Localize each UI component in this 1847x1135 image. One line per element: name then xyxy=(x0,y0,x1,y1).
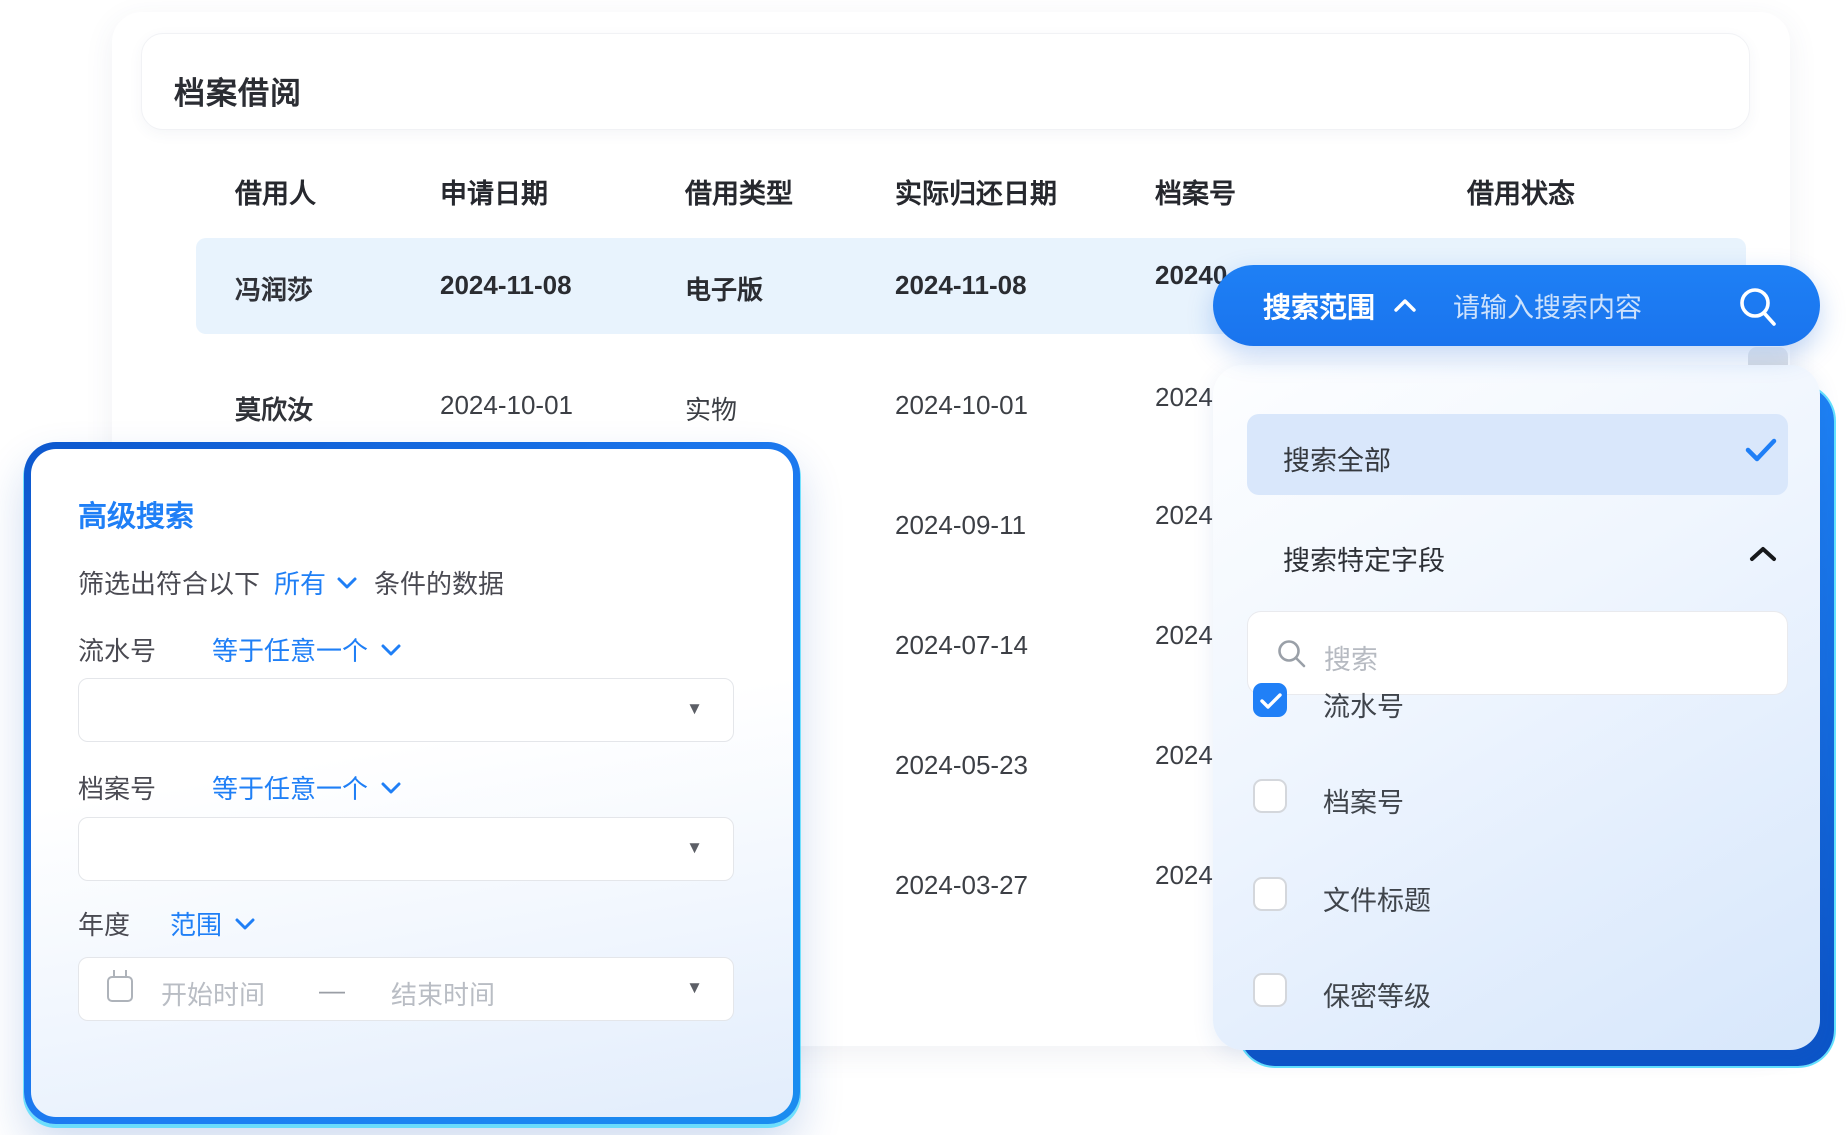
col-borrow-type: 借用类型 xyxy=(685,179,793,209)
search-icon[interactable] xyxy=(1736,285,1780,334)
search-specific-option[interactable]: 搜索特定字段 xyxy=(1283,539,1445,578)
advanced-search-panel: 高级搜索 筛选出符合以下 所有 条件的数据 流水号 等于任意一个 ▼ 档案号 等… xyxy=(24,442,800,1124)
checkbox-icon[interactable] xyxy=(1253,973,1287,1007)
field-option-label: 保密等级 xyxy=(1323,982,1431,1012)
date-range-separator: — xyxy=(319,975,345,1005)
search-bar[interactable]: 搜索范围 请输入搜索内容 xyxy=(1213,265,1820,346)
search-scope-panel: 搜索全部 搜索特定字段 搜索 流水号 档案号 文件标题 保密等级 xyxy=(1213,365,1834,1066)
checkbox-checked-icon[interactable] xyxy=(1253,683,1287,717)
condition-operator-dropdown[interactable]: 等于任意一个 xyxy=(212,631,368,668)
end-date-placeholder[interactable]: 结束时间 xyxy=(391,975,495,1012)
cell-apply-date: 2024-10-01 xyxy=(440,390,573,420)
cell-archive-no: 2024 xyxy=(1155,382,1213,412)
window-header-bar xyxy=(141,33,1750,130)
chevron-up-icon[interactable] xyxy=(1393,298,1417,313)
field-option-label: 档案号 xyxy=(1323,788,1404,818)
chevron-down-icon[interactable] xyxy=(336,576,358,590)
condition-archive-row: 档案号 等于任意一个 xyxy=(78,769,402,806)
cell-return-date: 2024-11-08 xyxy=(895,270,1027,300)
search-all-label: 搜索全部 xyxy=(1283,446,1391,476)
cell-return-date: 2024-03-27 xyxy=(895,870,1028,900)
cell-archive-no: 2024 xyxy=(1155,860,1213,890)
condition-operator-dropdown[interactable]: 范围 xyxy=(170,905,222,942)
checkbox-icon[interactable] xyxy=(1253,877,1287,911)
condition-archive-value-select[interactable]: ▼ xyxy=(78,817,734,881)
filter-match-dropdown[interactable]: 所有 xyxy=(274,564,326,601)
chevron-down-icon[interactable] xyxy=(234,917,256,931)
col-apply-date: 申请日期 xyxy=(440,179,548,209)
condition-field: 档案号 xyxy=(78,774,157,804)
field-option-serial[interactable]: 流水号 xyxy=(1253,683,1793,723)
chevron-up-icon[interactable] xyxy=(1749,545,1777,568)
cell-return-date: 2024-09-11 xyxy=(895,510,1027,540)
page-title: 档案借阅 xyxy=(174,76,302,111)
caret-down-icon: ▼ xyxy=(686,699,703,718)
chevron-down-icon[interactable] xyxy=(380,781,402,795)
cell-apply-date: 2024-11-08 xyxy=(440,270,572,300)
advanced-search-title: 高级搜索 xyxy=(78,501,195,533)
condition-serial-row: 流水号 等于任意一个 xyxy=(78,631,402,668)
filter-sentence: 筛选出符合以下 所有 条件的数据 xyxy=(78,564,504,601)
caret-down-icon: ▼ xyxy=(686,978,703,997)
field-option-label: 文件标题 xyxy=(1323,886,1431,916)
filter-suffix: 条件的数据 xyxy=(374,569,505,599)
col-borrower: 借用人 xyxy=(235,179,316,209)
field-search-placeholder: 搜索 xyxy=(1324,645,1378,675)
col-borrow-status: 借用状态 xyxy=(1467,179,1575,209)
start-date-placeholder[interactable]: 开始时间 xyxy=(161,975,265,1012)
cell-return-date: 2024-05-23 xyxy=(895,750,1028,780)
field-option-secrecy[interactable]: 保密等级 xyxy=(1253,973,1793,1013)
condition-serial-value-select[interactable]: ▼ xyxy=(78,678,734,742)
cell-borrow-type: 实物 xyxy=(685,395,738,425)
cell-return-date: 2024-10-01 xyxy=(895,390,1028,420)
search-icon xyxy=(1276,638,1308,675)
scope-panel-body: 搜索全部 搜索特定字段 搜索 流水号 档案号 文件标题 保密等级 xyxy=(1213,365,1820,1050)
search-scope-button[interactable]: 搜索范围 xyxy=(1263,286,1375,326)
field-option-label: 流水号 xyxy=(1323,692,1404,722)
advanced-search-body: 高级搜索 筛选出符合以下 所有 条件的数据 流水号 等于任意一个 ▼ 档案号 等… xyxy=(31,449,793,1117)
condition-field: 年度 xyxy=(78,910,131,940)
col-return-date: 实际归还日期 xyxy=(895,179,1057,209)
field-option-archive-no[interactable]: 档案号 xyxy=(1253,779,1793,819)
field-option-doc-title[interactable]: 文件标题 xyxy=(1253,877,1793,917)
cell-return-date: 2024-07-14 xyxy=(895,630,1028,660)
chevron-down-icon[interactable] xyxy=(380,643,402,657)
calendar-icon xyxy=(107,970,133,1002)
condition-year-row: 年度 范围 xyxy=(78,905,256,942)
year-range-picker[interactable]: 开始时间 — 结束时间 ▼ xyxy=(78,957,734,1021)
cell-archive-no: 2024 xyxy=(1155,740,1213,770)
cell-borrower: 冯润莎 xyxy=(235,275,314,305)
cell-borrow-type: 电子版 xyxy=(685,275,764,305)
check-icon xyxy=(1745,437,1777,468)
condition-operator-dropdown[interactable]: 等于任意一个 xyxy=(212,769,368,806)
cell-borrower: 莫欣汝 xyxy=(235,395,314,425)
condition-field: 流水号 xyxy=(78,636,157,666)
cell-archive-no: 2024 xyxy=(1155,620,1213,650)
caret-down-icon: ▼ xyxy=(686,838,703,857)
cell-archive-no: 2024 xyxy=(1155,500,1213,530)
col-archive-no: 档案号 xyxy=(1155,179,1236,209)
filter-prefix: 筛选出符合以下 xyxy=(78,569,261,599)
checkbox-icon[interactable] xyxy=(1253,779,1287,813)
search-input-placeholder[interactable]: 请输入搜索内容 xyxy=(1453,286,1642,325)
screenshot-stage: 档案借阅 借用人 申请日期 借用类型 实际归还日期 档案号 借用状态 冯润莎 2… xyxy=(0,0,1847,1135)
